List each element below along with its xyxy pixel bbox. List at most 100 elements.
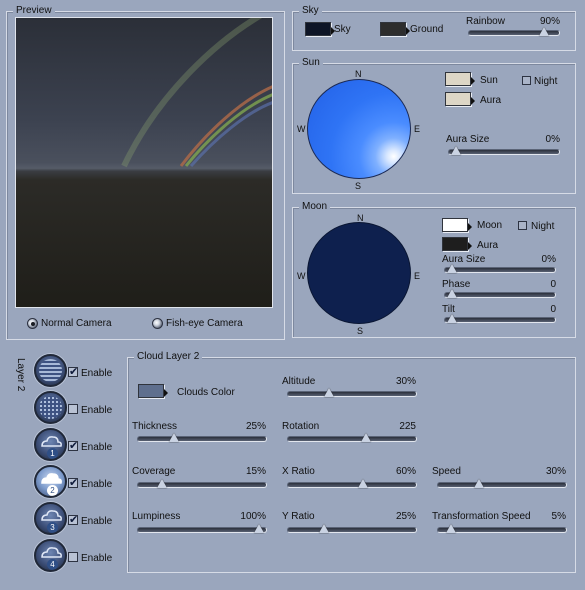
sky-color-label: Sky [334,24,351,35]
sun-color-swatch[interactable] [445,72,471,86]
sun-night-checkbox[interactable] [522,76,531,85]
layer-dotted-enable-checkbox[interactable] [68,404,78,414]
moon-tilt-slider-thumb[interactable] [447,314,457,323]
moon-phase-slider[interactable] [444,289,556,299]
moon-aura-arrow-icon [468,242,472,250]
thickness-value: 25% [245,421,266,432]
thickness-slider[interactable] [137,433,267,443]
rotation-slider-thumb[interactable] [361,433,372,442]
cloud-layer-1-enable-label: Enable [81,442,113,453]
fisheye-camera-label[interactable]: Fish-eye Camera [166,318,243,330]
moon-tilt-slider[interactable] [444,314,556,324]
speed-slider[interactable] [437,479,567,489]
lumpiness-slider-thumb[interactable] [254,524,264,533]
cloud-layer-4-enable-label: Enable [81,553,113,564]
sun-aura-size-label: Aura Size [446,134,490,145]
sun-compass-w: W [297,124,306,134]
sun-aura-arrow-icon [471,97,475,105]
x-ratio-value: 60% [395,466,416,477]
clouds-color-label: Clouds Color [177,387,235,398]
sun-color-label: Sun [480,75,498,86]
rotation-value: 225 [399,421,416,432]
moon-title: Moon [299,201,331,213]
cloud-layer-1-button[interactable]: 1 [34,428,67,461]
cloud-layer-1-enable-checkbox[interactable] [68,439,78,453]
coverage-slider-thumb[interactable] [157,479,168,488]
moon-night-label: Night [531,221,555,232]
transformation-speed-slider[interactable] [437,524,567,534]
moon-phase-value: 0 [550,279,556,290]
layer-column-title: Layer 2 [15,358,26,392]
sun-compass-e: E [414,124,421,134]
sun-aura-label: Aura [480,95,502,106]
thickness-slider-thumb[interactable] [168,433,179,442]
y-ratio-slider-thumb[interactable] [318,524,329,533]
lumpiness-slider[interactable] [137,524,267,534]
ground-color-swatch[interactable] [380,22,406,36]
moon-aura-size-slider[interactable] [444,264,556,274]
transformation-speed-label: Transformation Speed [432,511,531,522]
ground-color-label: Ground [410,24,444,35]
coverage-slider[interactable] [137,479,267,489]
moon-compass-s: S [357,326,364,336]
x-ratio-slider-thumb[interactable] [358,479,369,488]
moon-position-sphere[interactable] [307,222,411,324]
speed-value: 30% [545,466,566,477]
y-ratio-slider[interactable] [287,524,417,534]
cloud-layer-title: Cloud Layer 2 [134,351,203,363]
moon-phase-slider-thumb[interactable] [447,289,457,298]
cloud-layer-2-button[interactable]: 2 [34,465,67,498]
altitude-slider-thumb[interactable] [324,388,335,397]
rotation-slider[interactable] [287,433,417,443]
sun-aura-size-slider-thumb[interactable] [451,146,461,155]
sun-aura-size-value: 0% [545,134,560,145]
cloud-layer-1-number: 1 [47,448,58,459]
moon-color-label: Moon [477,220,503,231]
transformation-speed-value: 5% [551,511,566,522]
moon-aura-label: Aura [477,240,499,251]
rainbow-label: Rainbow [466,16,505,27]
cloud-layer-3-number: 3 [47,522,58,533]
moon-color-swatch[interactable] [442,218,468,232]
speed-slider-thumb[interactable] [474,479,485,488]
altitude-value: 30% [395,376,416,387]
sky-color-swatch[interactable] [305,22,331,36]
cloud-layer-4-number: 4 [47,559,58,570]
moon-compass-w: W [297,271,306,281]
x-ratio-slider[interactable] [287,479,417,489]
cloud-layer-3-enable-checkbox[interactable] [68,513,78,527]
transformation-speed-slider-thumb[interactable] [445,524,456,533]
sun-compass-n: N [355,69,362,79]
sun-title: Sun [299,57,323,69]
layer-striped-button[interactable] [34,354,67,387]
moon-aura-swatch[interactable] [442,237,468,251]
sun-aura-swatch[interactable] [445,92,471,106]
clouds-color-swatch[interactable] [138,384,164,398]
layer-dotted-button[interactable] [34,391,67,424]
moon-aura-size-slider-thumb[interactable] [447,264,457,273]
cloud-layer-2-enable-checkbox[interactable] [68,476,78,490]
cloud-layer-2-enable-label: Enable [81,479,113,490]
normal-camera-radio[interactable] [27,318,38,329]
altitude-slider[interactable] [287,388,417,398]
cloud-layer-4-enable-checkbox[interactable] [68,552,78,562]
coverage-label: Coverage [132,466,176,477]
layer-striped-enable-checkbox[interactable] [68,365,78,379]
preview-viewport[interactable] [15,17,273,308]
sun-aura-size-slider[interactable] [448,146,560,156]
y-ratio-value: 25% [395,511,416,522]
layer-striped-enable-label: Enable [81,368,113,379]
sun-compass-s: S [355,181,362,191]
rainbow-slider[interactable] [468,27,560,37]
rainbow-slider-thumb[interactable] [539,27,550,36]
moon-night-checkbox[interactable] [518,221,527,230]
normal-camera-label[interactable]: Normal Camera [41,318,112,330]
clouds-color-arrow-icon [164,389,168,397]
cloud-layer-3-button[interactable]: 3 [34,502,67,535]
moon-aura-size-value: 0% [541,254,556,265]
cloud-layer-4-button[interactable]: 4 [34,539,67,572]
cloud-layer-2-number: 2 [47,485,58,496]
fisheye-camera-radio[interactable] [152,318,163,329]
sun-position-sphere[interactable] [307,79,411,179]
layer-dotted-icon [39,396,62,419]
